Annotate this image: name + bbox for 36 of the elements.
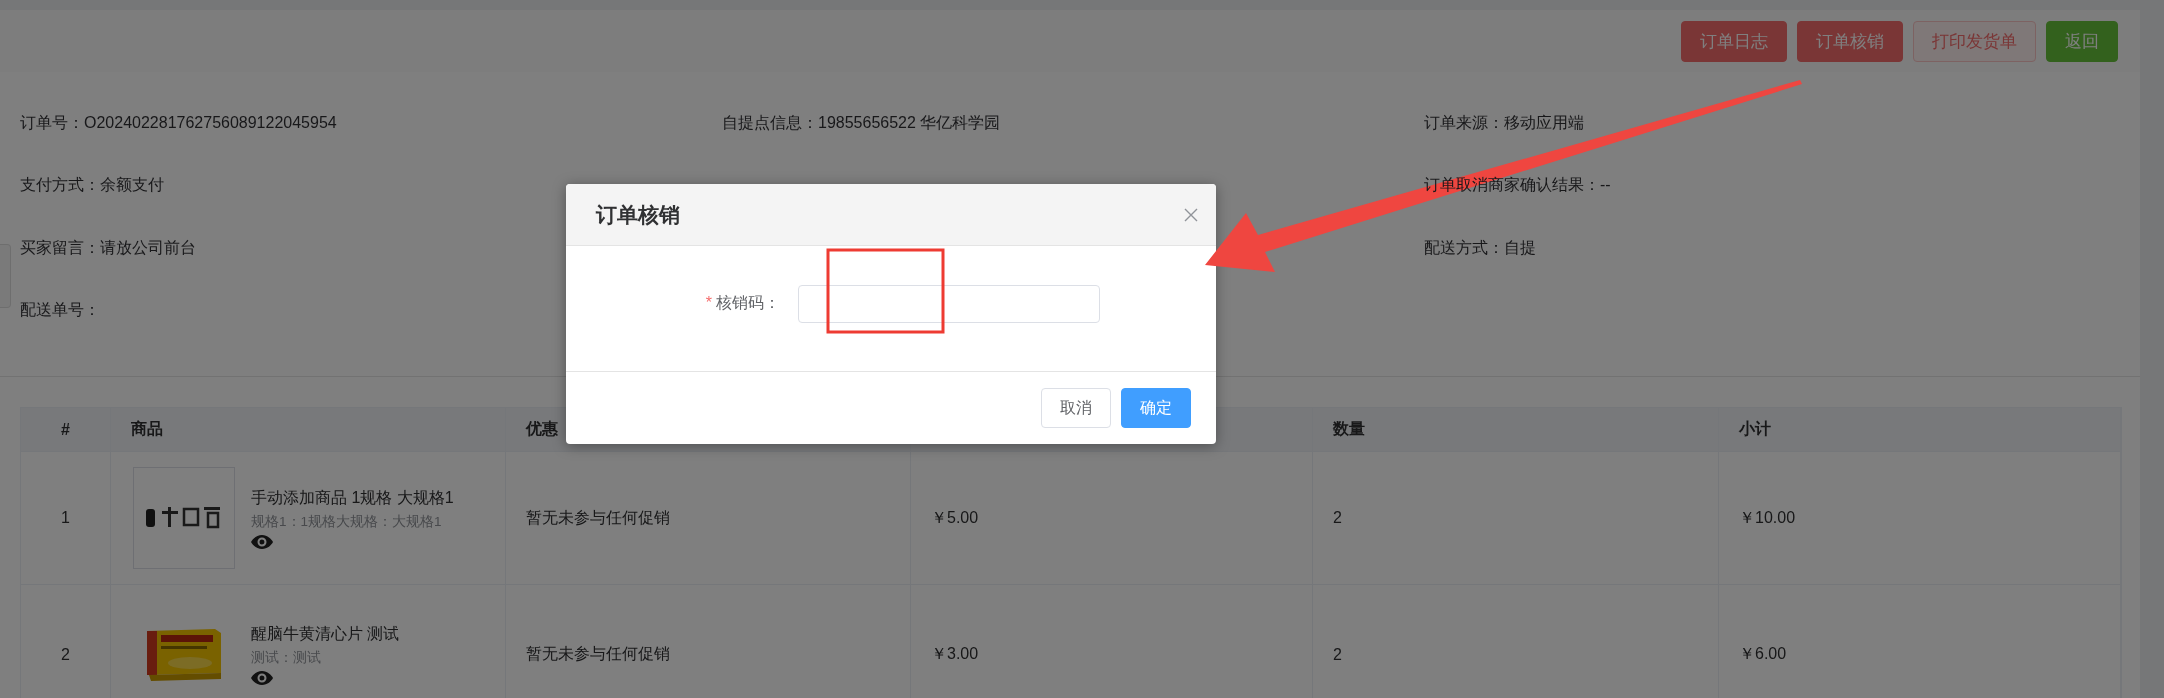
product-name: 醒脑牛黄清心片 测试 xyxy=(251,624,400,644)
column-header: 小计 xyxy=(1719,408,2121,452)
table-cell-text: ￥3.00 xyxy=(931,644,979,664)
dialog-title: 订单核销 xyxy=(596,201,680,228)
table-cell-text: 暂无未参与任何促销 xyxy=(526,644,670,664)
product-name: 手动添加商品 1规格 大规格1 xyxy=(251,487,454,508)
toolbar-button[interactable]: 订单核销 xyxy=(1797,20,1903,62)
table-cell: 2 xyxy=(1333,645,1342,664)
table-cell: 2 xyxy=(1333,509,1342,527)
info-field: 支付方式：余额支付 xyxy=(20,175,164,197)
info-field: 配送单号： xyxy=(20,300,100,322)
close-icon[interactable] xyxy=(1184,207,1198,222)
table-cell-text: ￥6.00 xyxy=(1739,644,1787,664)
table-cell: 2 xyxy=(21,585,111,698)
info-field: 自提点信息：19855656522 华亿科学园 xyxy=(722,112,1001,134)
column-header: 数量 xyxy=(1313,408,1719,452)
table-cell: 1 xyxy=(21,452,111,585)
toolbar-button[interactable]: 订单日志 xyxy=(1681,20,1787,62)
toolbar-button[interactable]: 打印发货单 xyxy=(1913,20,2036,62)
info-field: 配送方式：自提 xyxy=(1424,237,1536,259)
table-cell-text: ￥10.00 xyxy=(1739,507,1796,528)
eye-icon[interactable] xyxy=(251,671,273,685)
confirm-button[interactable]: 确定 xyxy=(1121,388,1191,428)
table-cell-text: 暂无未参与任何促销 xyxy=(526,507,670,528)
input-field[interactable] xyxy=(798,284,1100,323)
info-field: 订单来源：移动应用端 xyxy=(1424,112,1584,134)
table-cell-text: ￥5.00 xyxy=(931,507,979,528)
back-button[interactable]: 返回 xyxy=(2046,20,2118,62)
column-header: 商品 xyxy=(111,408,506,452)
info-field: 买家留言：请放公司前台 xyxy=(20,237,196,259)
cancel-button[interactable]: 取消 xyxy=(1041,388,1111,428)
required-mark: * xyxy=(705,294,712,311)
info-field: 订单号：O202402281762756089122045954 xyxy=(20,112,337,134)
field-label: 核销码： xyxy=(716,294,780,311)
eye-icon[interactable] xyxy=(251,534,273,549)
column-header: # xyxy=(21,408,111,452)
